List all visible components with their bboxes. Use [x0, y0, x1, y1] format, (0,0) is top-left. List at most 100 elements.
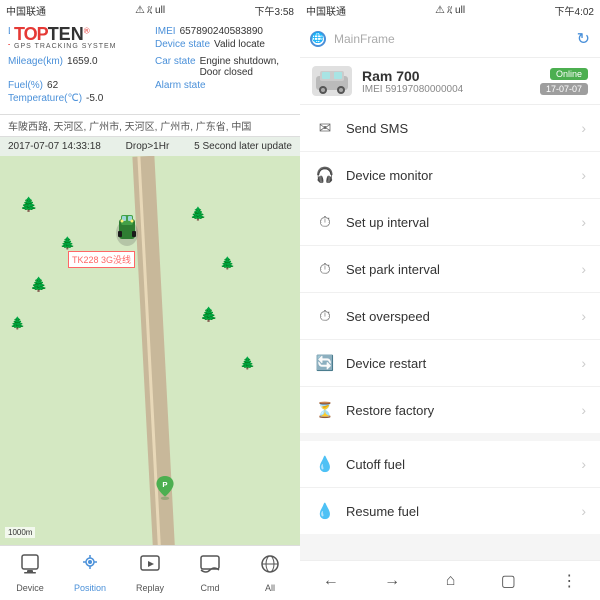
restore-factory-icon: ⏳ [314, 399, 336, 421]
device-restart-label: Device restart [346, 356, 571, 371]
address-text: 车陂西路, 天河区, 广州市, 天河区, 广州市, 广东省, 中国 [8, 122, 251, 133]
all-icon [259, 553, 281, 580]
fuel-label: Fuel(%) [8, 80, 43, 91]
forward-button[interactable]: → [376, 568, 408, 594]
arrow-icon-0: › [581, 120, 586, 136]
arrow-icon-1: › [581, 167, 586, 183]
map-area: 🌲 🌲 🌲 🌲 🌲 🌲 🌲 🌲 TK228 3G没线 P [0, 156, 300, 600]
nav-position-label: Position [74, 583, 106, 593]
arrow-icon-3: › [581, 261, 586, 277]
vehicle-imei: IMEI 59197080000004 [362, 84, 530, 95]
menu-section-1: ✉ Send SMS › 🎧 Device monitor › ⏱ Set up… [300, 105, 600, 433]
car-label: TK228 3G没线 [68, 251, 135, 268]
app-logo: TOPTEN® GPS TRACKING SYSTEM [10, 22, 123, 52]
arrow-icon-4: › [581, 308, 586, 324]
cmd-icon [199, 553, 221, 580]
status-bar-right: 中国联通 ⚠ ᜰ ull 下午4:02 [300, 0, 600, 20]
back-button[interactable]: ← [315, 568, 347, 594]
menu-item-send-sms[interactable]: ✉ Send SMS › [300, 105, 600, 152]
map-header: 2017-07-07 14:33:18 Drop>1Hr 5 Second la… [0, 137, 300, 156]
restore-factory-label: Restore factory [346, 403, 571, 418]
nav-position[interactable]: Position [60, 546, 120, 600]
vehicle-info: Ram 700 IMEI 59197080000004 [362, 68, 530, 95]
time-left: 下午3:58 [255, 3, 294, 18]
menu-item-resume-fuel[interactable]: 💧 Resume fuel › [300, 488, 600, 534]
top-bar-right: 🌐 MainFrame ↻ [300, 20, 600, 58]
send-sms-label: Send SMS [346, 121, 571, 136]
left-panel: TOPTEN® GPS TRACKING SYSTEM 中国联通 ⚠ ᜰ ull… [0, 0, 300, 600]
vehicle-status: Online 17-07-07 [540, 68, 588, 95]
temp-value: -5.0 [86, 93, 103, 104]
tree-6: 🌲 [220, 256, 235, 270]
cutoff-fuel-icon: 💧 [314, 453, 336, 475]
replay-icon [139, 553, 161, 580]
set-overspeed-label: Set overspeed [346, 309, 571, 324]
device-state-label: Device state [155, 39, 210, 54]
menu-item-device-restart[interactable]: 🔄 Device restart › [300, 340, 600, 387]
map-drop: Drop>1Hr [126, 141, 170, 152]
device-restart-icon: 🔄 [314, 352, 336, 374]
vehicle-name: Ram 700 [362, 68, 530, 84]
cutoff-fuel-label: Cutoff fuel [346, 457, 571, 472]
menu-item-device-monitor[interactable]: 🎧 Device monitor › [300, 152, 600, 199]
menu-item-restore-factory[interactable]: ⏳ Restore factory › [300, 387, 600, 433]
nav-cmd-label: Cmd [200, 583, 219, 593]
device-monitor-icon: 🎧 [314, 164, 336, 186]
set-interval-label: Set up interval [346, 215, 571, 230]
home-button[interactable]: ⌂ [438, 568, 464, 594]
arrow-icon-6: › [581, 402, 586, 418]
more-button[interactable]: ⋮ [553, 567, 585, 595]
arrow-icon-2: › [581, 214, 586, 230]
nav-device[interactable]: Device [0, 546, 60, 600]
refresh-button[interactable]: ↻ [577, 29, 590, 49]
bottom-nav-right: ← → ⌂ ▢ ⋮ [300, 560, 600, 600]
recents-button[interactable]: ▢ [493, 567, 524, 595]
map-update: 5 Second later update [194, 141, 292, 152]
icons-left: ⚠ ᜰ ull [135, 5, 165, 16]
car-marker [115, 211, 139, 247]
set-overspeed-icon: ⏱ [314, 305, 336, 327]
svg-text:P: P [162, 480, 167, 489]
tree-2: 🌲 [60, 236, 75, 250]
status-bar-left: 中国联通 ⚠ ᜰ ull 下午3:58 [0, 0, 300, 20]
arrow-icon-5: › [581, 355, 586, 371]
position-icon [79, 553, 101, 580]
tree-1: 🌲 [20, 196, 37, 213]
menu-item-cutoff-fuel[interactable]: 💧 Cutoff fuel › [300, 441, 600, 488]
arrow-icon-8: › [581, 503, 586, 519]
menu-item-set-interval[interactable]: ⏱ Set up interval › [300, 199, 600, 246]
mileage-label: Mileage(km) [8, 56, 63, 78]
nav-all[interactable]: All [240, 546, 300, 600]
device-monitor-label: Device monitor [346, 168, 571, 183]
map-marker: P [155, 476, 175, 500]
resume-fuel-label: Resume fuel [346, 504, 571, 519]
menu-item-set-park-interval[interactable]: ⏱ Set park interval › [300, 246, 600, 293]
tree-4: 🌲 [10, 316, 25, 330]
menu-section-2: 💧 Cutoff fuel › 💧 Resume fuel › [300, 441, 600, 534]
vehicle-card: Ram 700 IMEI 59197080000004 Online 17-07… [300, 58, 600, 105]
time-right: 下午4:02 [555, 3, 594, 18]
road [132, 156, 177, 600]
menu-item-set-overspeed[interactable]: ⏱ Set overspeed › [300, 293, 600, 340]
tree-7: 🌲 [200, 306, 217, 323]
car-state-value: Engine shutdown, Door closed [200, 56, 292, 78]
nav-all-label: All [265, 583, 275, 593]
nav-replay-label: Replay [136, 583, 164, 593]
mainframe-label: MainFrame [334, 32, 395, 46]
date-badge: 17-07-07 [540, 83, 588, 95]
map-scale: 1000m [5, 527, 35, 538]
icons-right: ⚠ ᜰ ull [435, 5, 465, 16]
set-park-interval-icon: ⏱ [314, 258, 336, 280]
tree-8: 🌲 [240, 356, 255, 370]
nav-replay[interactable]: Replay [120, 546, 180, 600]
imei-value: 657890240583890 [180, 26, 263, 37]
fuel-value: 62 [47, 80, 58, 91]
alarm-label: Alarm state [155, 80, 206, 91]
address-bar: 车陂西路, 天河区, 广州市, 天河区, 广州市, 广东省, 中国 [0, 115, 300, 137]
tree-3: 🌲 [30, 276, 47, 293]
vehicle-icon [312, 66, 352, 96]
imei-label: IMEI [155, 26, 176, 37]
carrier-right: 中国联通 [306, 3, 346, 18]
nav-cmd[interactable]: Cmd [180, 546, 240, 600]
arrow-icon-7: › [581, 456, 586, 472]
